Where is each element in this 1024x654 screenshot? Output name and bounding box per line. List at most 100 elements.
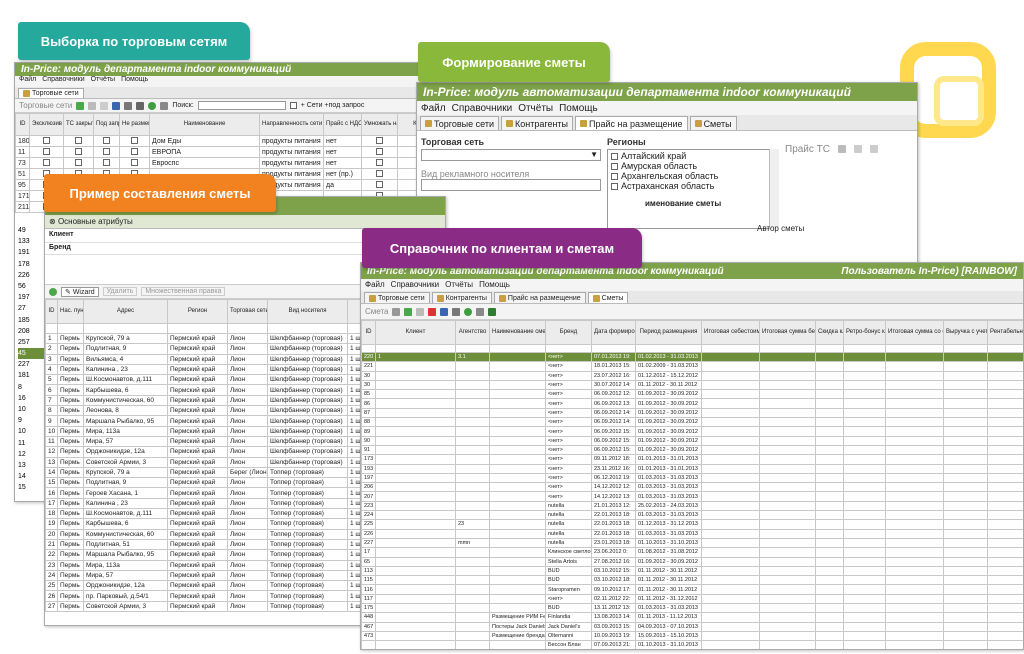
filter-icon[interactable] xyxy=(452,307,461,316)
row-checkbox[interactable] xyxy=(75,159,82,167)
region-checkbox[interactable] xyxy=(611,182,618,190)
row-checkbox[interactable] xyxy=(376,148,383,156)
table-row[interactable]: 175 BUD 13.11.2012 13: 01.03.2013 - 31.03.2… xyxy=(361,602,1023,614)
delete-icon[interactable] xyxy=(870,145,879,153)
column-header[interactable]: Период размещения xyxy=(635,320,702,345)
table-row[interactable]: 193 <нет> 23.11.2012 16: 01.01.2013 - 31.01… xyxy=(361,463,1023,474)
table-row[interactable]: 90 <нет> 06.09.2012 15: 01.09.2012 - 30.09.… xyxy=(361,435,1023,446)
menu-item[interactable]: Отчёты xyxy=(518,103,553,115)
table-row[interactable]: 87 <нет> 06.09.2012 14: 01.09.2012 - 30.09.… xyxy=(361,407,1023,419)
column-header[interactable]: Агентство xyxy=(455,320,490,345)
table-row[interactable]: 207 <нет> 14.12.2012 13: 01.03.2013 - 31.03… xyxy=(361,491,1023,502)
table-row[interactable]: 115 BUD 03.10.2012 18: 01.11.2012 - 30.11.2… xyxy=(361,575,1023,586)
menu-item[interactable]: Помощь xyxy=(121,76,148,87)
menu-item[interactable]: Отчёты xyxy=(91,76,115,87)
column-header[interactable]: ID xyxy=(45,299,58,324)
add-icon[interactable] xyxy=(838,145,847,153)
search-input[interactable] xyxy=(197,101,286,110)
table-row[interactable]: 448 Размещение PИM Fell Finlandia 13.08.201… xyxy=(361,612,1023,623)
column-header[interactable]: Бренд xyxy=(545,320,592,345)
save-icon[interactable] xyxy=(112,101,121,110)
table-row[interactable]: 73 Евроспс продукты питания нет xyxy=(15,157,433,169)
export-icon[interactable] xyxy=(136,101,145,110)
table-row[interactable]: 197 <нет> 06.12.2012 19: 01.03.2013 - 31.03… xyxy=(361,472,1023,484)
row-checkbox[interactable] xyxy=(376,137,383,145)
row-checkbox[interactable] xyxy=(75,137,82,145)
column-header[interactable]: Рентабельность, % xyxy=(987,320,1023,345)
menu-item[interactable]: Файл xyxy=(365,280,385,291)
tab-item[interactable]: Сметы xyxy=(689,116,737,130)
add-icon[interactable] xyxy=(76,101,85,110)
menu-item[interactable]: Файл xyxy=(421,103,446,115)
table-row[interactable]: 225 23 nutella 22.01.2013 18: 01.12.2013 - 3… xyxy=(361,519,1023,530)
table-row[interactable]: 173 <нет> 09.11.2012 18: 01.01.2013 - 31.01… xyxy=(361,454,1023,465)
add-icon[interactable] xyxy=(49,287,57,296)
row-checkbox[interactable] xyxy=(376,159,383,167)
row-checkbox[interactable] xyxy=(75,148,82,156)
column-header[interactable]: Ретро-бонус клиента, % xyxy=(843,320,886,345)
menu-item[interactable]: Отчёты xyxy=(445,280,473,291)
table-row[interactable]: 30 <нет> 23.07.2012 16: 01.12.2012 - 15.12.… xyxy=(361,370,1023,381)
column-header[interactable]: ID xyxy=(361,320,376,345)
delete-icon[interactable] xyxy=(428,307,437,316)
table-row[interactable]: 65 Stella Artois 27.08.2012 16: 01.09.2012 … xyxy=(361,556,1023,567)
menu-item[interactable]: Помощь xyxy=(559,103,598,115)
column-header[interactable]: Эксклюзив xyxy=(29,113,64,136)
column-header[interactable]: ТС закрыто xyxy=(63,113,94,136)
table-row[interactable]: 223 nutella 21.01.2013 12: 25.02.2013 - 24.… xyxy=(361,500,1023,512)
filter-icon[interactable] xyxy=(124,101,133,110)
tab-item[interactable]: Контрагенты xyxy=(431,292,492,303)
tab-item[interactable]: Прайс на размещение xyxy=(575,116,688,130)
edit-icon[interactable] xyxy=(88,101,97,110)
copy-icon[interactable] xyxy=(476,307,485,316)
column-header[interactable]: Итоговая сумма со скидкой xyxy=(885,320,944,345)
region-item[interactable]: Амурская область xyxy=(611,161,775,171)
table-row[interactable]: 85 <нет> 06.09.2012 12: 01.09.2012 - 30.09.… xyxy=(361,389,1023,400)
delete-icon[interactable] xyxy=(100,101,109,110)
region-checkbox[interactable] xyxy=(611,152,618,160)
add-icon[interactable] xyxy=(404,307,413,316)
table-row[interactable]: 86 <нет> 06.09.2012 13: 01.09.2012 - 30.09.… xyxy=(361,398,1023,409)
column-header[interactable]: Клиент xyxy=(375,320,456,345)
column-header[interactable]: Итоговая сумма без скидки xyxy=(759,320,816,345)
delete-button[interactable]: Удалить xyxy=(102,287,138,296)
column-header[interactable]: Выручка с учетом скидок xyxy=(943,320,988,345)
column-header[interactable]: Прайс с НДС xyxy=(323,113,362,136)
table-row[interactable]: 116 Staropramen 09.10.2012 17: 01.11.2012 -… xyxy=(361,584,1023,595)
tab-item[interactable]: Контрагенты xyxy=(501,116,574,130)
row-checkbox[interactable] xyxy=(131,137,138,145)
column-header[interactable]: Не размещают xyxy=(119,113,150,136)
table-row[interactable]: 89 <нет> 06.09.2012 15: 01.09.2012 - 30.09.… xyxy=(361,426,1023,437)
table-row[interactable]: 11 ЕВРОПА продукты питания нет xyxy=(15,146,433,158)
column-header[interactable]: ID xyxy=(15,113,30,136)
networks-checkbox[interactable] xyxy=(289,102,297,109)
table-row[interactable]: Бессон Блан 07.09.2013 21: 01.10.2013 - 31… xyxy=(361,640,1023,649)
table-row[interactable]: 227 mmn nutella 23.01.2013 18: 01.10.2013 - … xyxy=(361,537,1023,549)
table-row[interactable]: 220 1 3.1 <нет> 07.01.2013 19: 01.02.2013 - 3… xyxy=(361,351,1023,363)
table-row[interactable]: 113 BUD 03.10.2012 15: 01.11.2012 - 30.11.2… xyxy=(361,565,1023,577)
table-row[interactable]: 17 Клинское светлое 23.06.2012 0: 01.08.201… xyxy=(361,547,1023,558)
edit-icon[interactable] xyxy=(416,307,425,316)
table-row[interactable]: 473 Размещение бренда Olternanni 10.09.2013… xyxy=(361,630,1023,642)
carrier-type-select[interactable] xyxy=(421,179,601,191)
settings-icon[interactable] xyxy=(160,101,169,110)
regions-scrollbar[interactable] xyxy=(769,149,779,229)
menu-item[interactable]: Помощь xyxy=(479,280,510,291)
menu-item[interactable]: Справочники xyxy=(452,103,513,115)
save-icon[interactable] xyxy=(440,307,449,316)
multi-edit-button[interactable]: Множественная правка xyxy=(141,287,226,296)
region-checkbox[interactable] xyxy=(611,172,618,180)
table-row[interactable]: 88 <нет> 06.09.2012 14: 01.09.2012 - 30.09.… xyxy=(361,417,1023,428)
row-checkbox[interactable] xyxy=(376,181,383,189)
column-header[interactable]: Итоговая себестоимость xyxy=(701,320,760,345)
row-checkbox[interactable] xyxy=(43,137,50,145)
column-header[interactable]: Адрес xyxy=(83,299,168,324)
column-header[interactable]: Регион xyxy=(167,299,228,324)
table-row[interactable]: 467 Постеры Jack Daniels Jack Daniel's 03.0… xyxy=(361,621,1023,632)
column-header[interactable]: Торговая сеть xyxy=(227,299,268,324)
tab-item[interactable]: Торговые сети xyxy=(420,116,500,130)
table-row[interactable]: 224 nutella 22.01.2013 18: 01.03.2013 - 31.… xyxy=(361,510,1023,521)
table-row[interactable]: 91 <нет> 06.09.2012 15: 01.09.2012 - 30.09.… xyxy=(361,444,1023,456)
row-checkbox[interactable] xyxy=(131,148,138,156)
wizard-button[interactable]: ✎ Wizard xyxy=(61,286,99,297)
